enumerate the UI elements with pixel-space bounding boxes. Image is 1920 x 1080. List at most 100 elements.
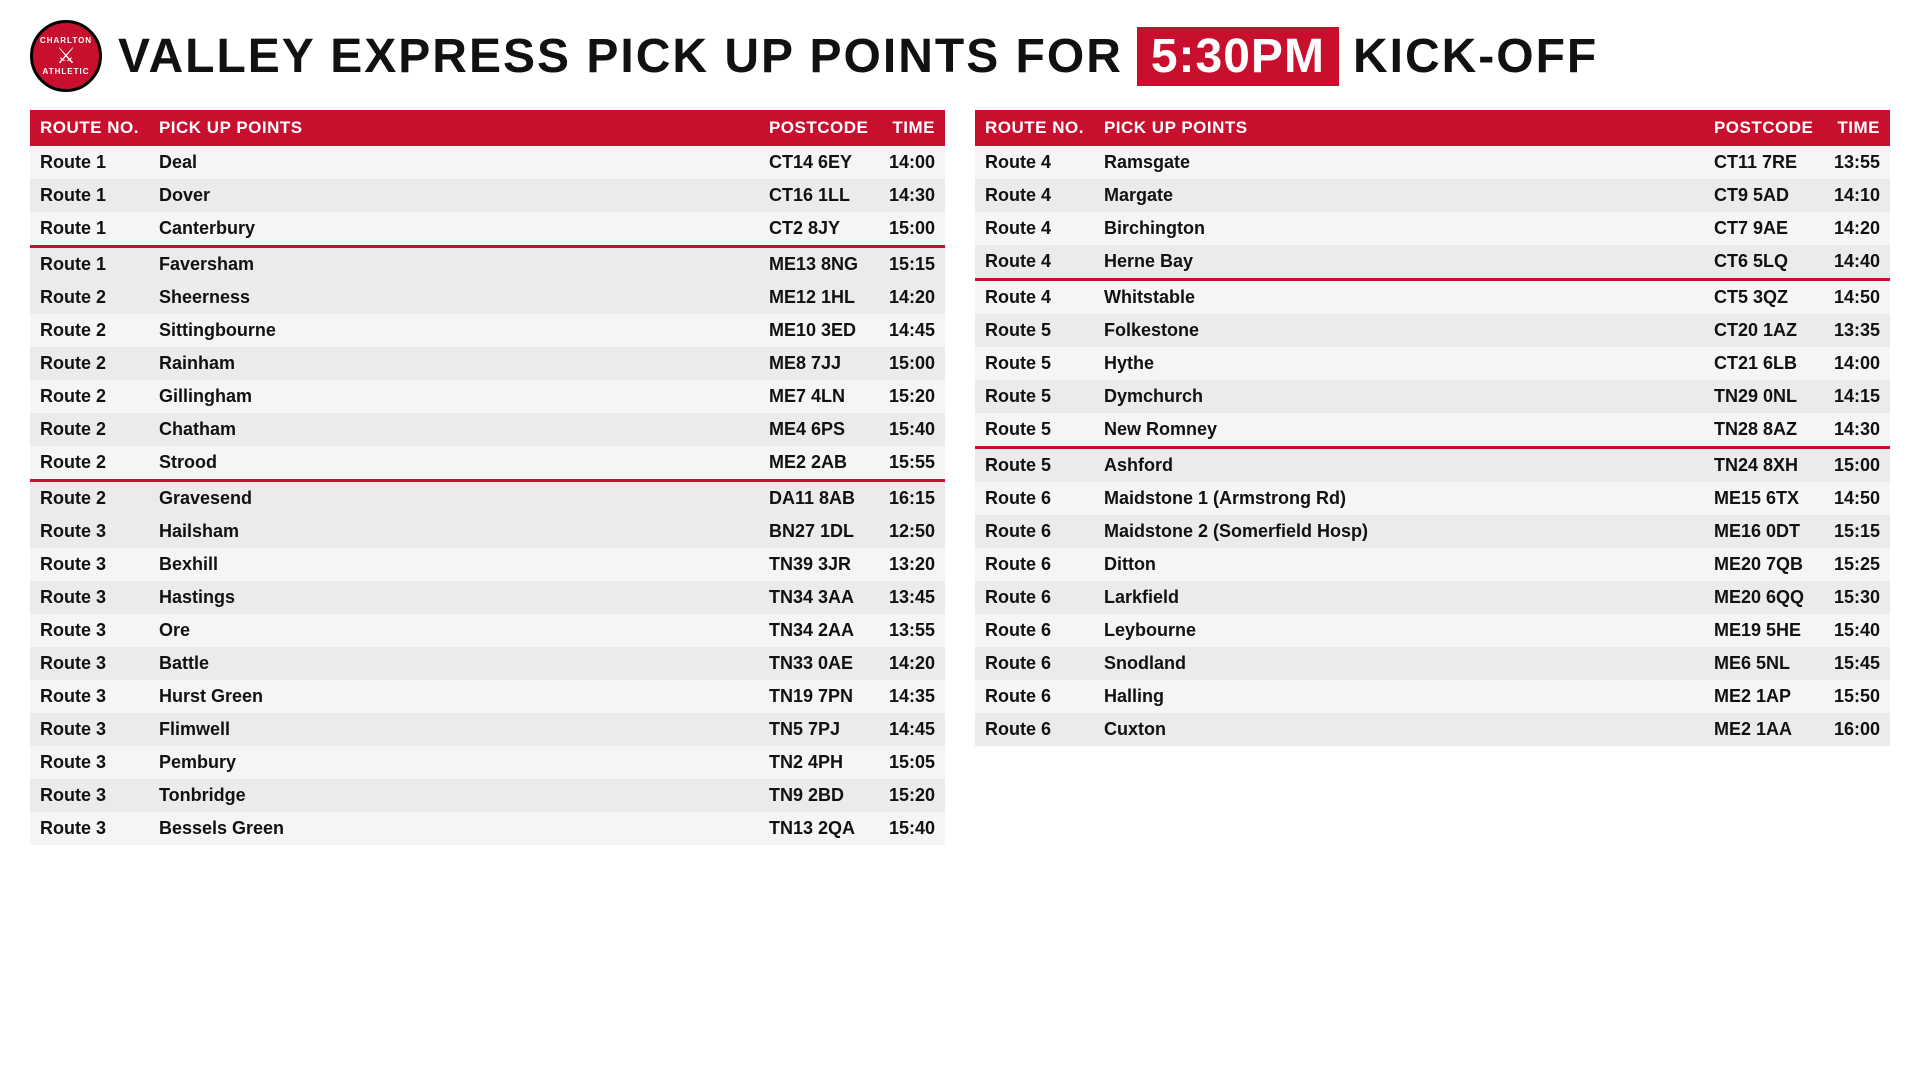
left-table: ROUTE NO. PICK UP POINTS POSTCODE TIME R…	[30, 110, 945, 845]
cell-pickup: Bessels Green	[149, 812, 759, 845]
cell-pickup: Flimwell	[149, 713, 759, 746]
cell-postcode: CT21 6LB	[1704, 347, 1824, 380]
table-row: Route 3 Hastings TN34 3AA 13:45	[30, 581, 945, 614]
cell-pickup: Gillingham	[149, 380, 759, 413]
cell-pickup: Folkestone	[1094, 314, 1704, 347]
right-table: ROUTE NO. PICK UP POINTS POSTCODE TIME R…	[975, 110, 1890, 746]
cell-postcode: ME12 1HL	[759, 281, 879, 314]
cell-postcode: TN33 0AE	[759, 647, 879, 680]
cell-pickup: Maidstone 2 (Somerfield Hosp)	[1094, 515, 1704, 548]
cell-pickup: Leybourne	[1094, 614, 1704, 647]
cell-time: 14:10	[1824, 179, 1890, 212]
cell-pickup: Bexhill	[149, 548, 759, 581]
cell-postcode: TN29 0NL	[1704, 380, 1824, 413]
cell-postcode: CT16 1LL	[759, 179, 879, 212]
cell-time: 14:45	[879, 713, 945, 746]
title-before: VALLEY EXPRESS PICK UP POINTS FOR	[118, 29, 1123, 84]
cell-pickup: Sheerness	[149, 281, 759, 314]
table-row: Route 1 Faversham ME13 8NG 15:15	[30, 247, 945, 282]
table-row: Route 3 Hailsham BN27 1DL 12:50	[30, 515, 945, 548]
cell-time: 14:20	[879, 647, 945, 680]
cell-route: Route 3	[30, 713, 149, 746]
cell-postcode: CT5 3QZ	[1704, 280, 1824, 315]
cell-pickup: Pembury	[149, 746, 759, 779]
cell-time: 16:00	[1824, 713, 1890, 746]
table-row: Route 1 Canterbury CT2 8JY 15:00	[30, 212, 945, 247]
cell-postcode: ME10 3ED	[759, 314, 879, 347]
table-row: Route 4 Ramsgate CT11 7RE 13:55	[975, 146, 1890, 179]
cell-postcode: ME13 8NG	[759, 247, 879, 282]
table-row: Route 6 Snodland ME6 5NL 15:45	[975, 647, 1890, 680]
cell-time: 14:50	[1824, 482, 1890, 515]
table-row: Route 3 Ore TN34 2AA 13:55	[30, 614, 945, 647]
cell-route: Route 2	[30, 481, 149, 516]
table-row: Route 5 New Romney TN28 8AZ 14:30	[975, 413, 1890, 448]
cell-pickup: Dover	[149, 179, 759, 212]
cell-route: Route 5	[975, 347, 1094, 380]
cell-pickup: Deal	[149, 146, 759, 179]
cell-pickup: Ore	[149, 614, 759, 647]
cell-time: 15:50	[1824, 680, 1890, 713]
left-table-header-row: ROUTE NO. PICK UP POINTS POSTCODE TIME	[30, 110, 945, 146]
cell-postcode: ME2 1AA	[1704, 713, 1824, 746]
cell-pickup: Birchington	[1094, 212, 1704, 245]
title-after: KICK-OFF	[1353, 29, 1598, 84]
cell-route: Route 5	[975, 380, 1094, 413]
table-row: Route 5 Ashford TN24 8XH 15:00	[975, 448, 1890, 483]
cell-postcode: ME15 6TX	[1704, 482, 1824, 515]
cell-time: 15:30	[1824, 581, 1890, 614]
cell-time: 15:20	[879, 779, 945, 812]
cell-route: Route 3	[30, 746, 149, 779]
table-row: Route 3 Tonbridge TN9 2BD 15:20	[30, 779, 945, 812]
table-row: Route 6 Maidstone 2 (Somerfield Hosp) ME…	[975, 515, 1890, 548]
cell-postcode: ME6 5NL	[1704, 647, 1824, 680]
cell-route: Route 6	[975, 713, 1094, 746]
cell-time: 15:55	[879, 446, 945, 481]
cell-pickup: New Romney	[1094, 413, 1704, 448]
cell-route: Route 2	[30, 314, 149, 347]
kickoff-time-badge: 5:30PM	[1137, 27, 1339, 86]
left-table-section: ROUTE NO. PICK UP POINTS POSTCODE TIME R…	[30, 110, 945, 845]
table-row: Route 5 Dymchurch TN29 0NL 14:15	[975, 380, 1890, 413]
cell-time: 15:40	[1824, 614, 1890, 647]
cell-postcode: TN9 2BD	[759, 779, 879, 812]
table-row: Route 4 Herne Bay CT6 5LQ 14:40	[975, 245, 1890, 280]
cell-postcode: ME19 5HE	[1704, 614, 1824, 647]
cell-route: Route 3	[30, 548, 149, 581]
cell-route: Route 2	[30, 413, 149, 446]
cell-pickup: Hailsham	[149, 515, 759, 548]
cell-time: 15:15	[1824, 515, 1890, 548]
cell-postcode: CT20 1AZ	[1704, 314, 1824, 347]
right-table-header-row: ROUTE NO. PICK UP POINTS POSTCODE TIME	[975, 110, 1890, 146]
right-col-route-header: ROUTE NO.	[975, 110, 1094, 146]
cell-time: 14:30	[1824, 413, 1890, 448]
cell-time: 13:35	[1824, 314, 1890, 347]
cell-route: Route 2	[30, 347, 149, 380]
cell-time: 15:40	[879, 413, 945, 446]
cell-postcode: ME20 6QQ	[1704, 581, 1824, 614]
table-row: Route 3 Pembury TN2 4PH 15:05	[30, 746, 945, 779]
page: CHARLTON ⚔ ATHLETIC VALLEY EXPRESS PICK …	[0, 0, 1920, 1080]
cell-route: Route 6	[975, 515, 1094, 548]
table-row: Route 6 Cuxton ME2 1AA 16:00	[975, 713, 1890, 746]
cell-postcode: TN39 3JR	[759, 548, 879, 581]
header: CHARLTON ⚔ ATHLETIC VALLEY EXPRESS PICK …	[30, 20, 1890, 92]
cell-pickup: Snodland	[1094, 647, 1704, 680]
cell-route: Route 1	[30, 146, 149, 179]
cell-time: 13:45	[879, 581, 945, 614]
cell-pickup: Ditton	[1094, 548, 1704, 581]
cell-postcode: CT11 7RE	[1704, 146, 1824, 179]
table-row: Route 6 Halling ME2 1AP 15:50	[975, 680, 1890, 713]
cell-time: 14:45	[879, 314, 945, 347]
cell-postcode: TN24 8XH	[1704, 448, 1824, 483]
cell-postcode: TN19 7PN	[759, 680, 879, 713]
cell-time: 14:20	[879, 281, 945, 314]
cell-route: Route 1	[30, 179, 149, 212]
table-row: Route 2 Sheerness ME12 1HL 14:20	[30, 281, 945, 314]
cell-postcode: TN34 3AA	[759, 581, 879, 614]
cell-route: Route 4	[975, 146, 1094, 179]
cell-time: 14:15	[1824, 380, 1890, 413]
cell-postcode: TN5 7PJ	[759, 713, 879, 746]
cell-postcode: ME7 4LN	[759, 380, 879, 413]
cell-route: Route 3	[30, 680, 149, 713]
